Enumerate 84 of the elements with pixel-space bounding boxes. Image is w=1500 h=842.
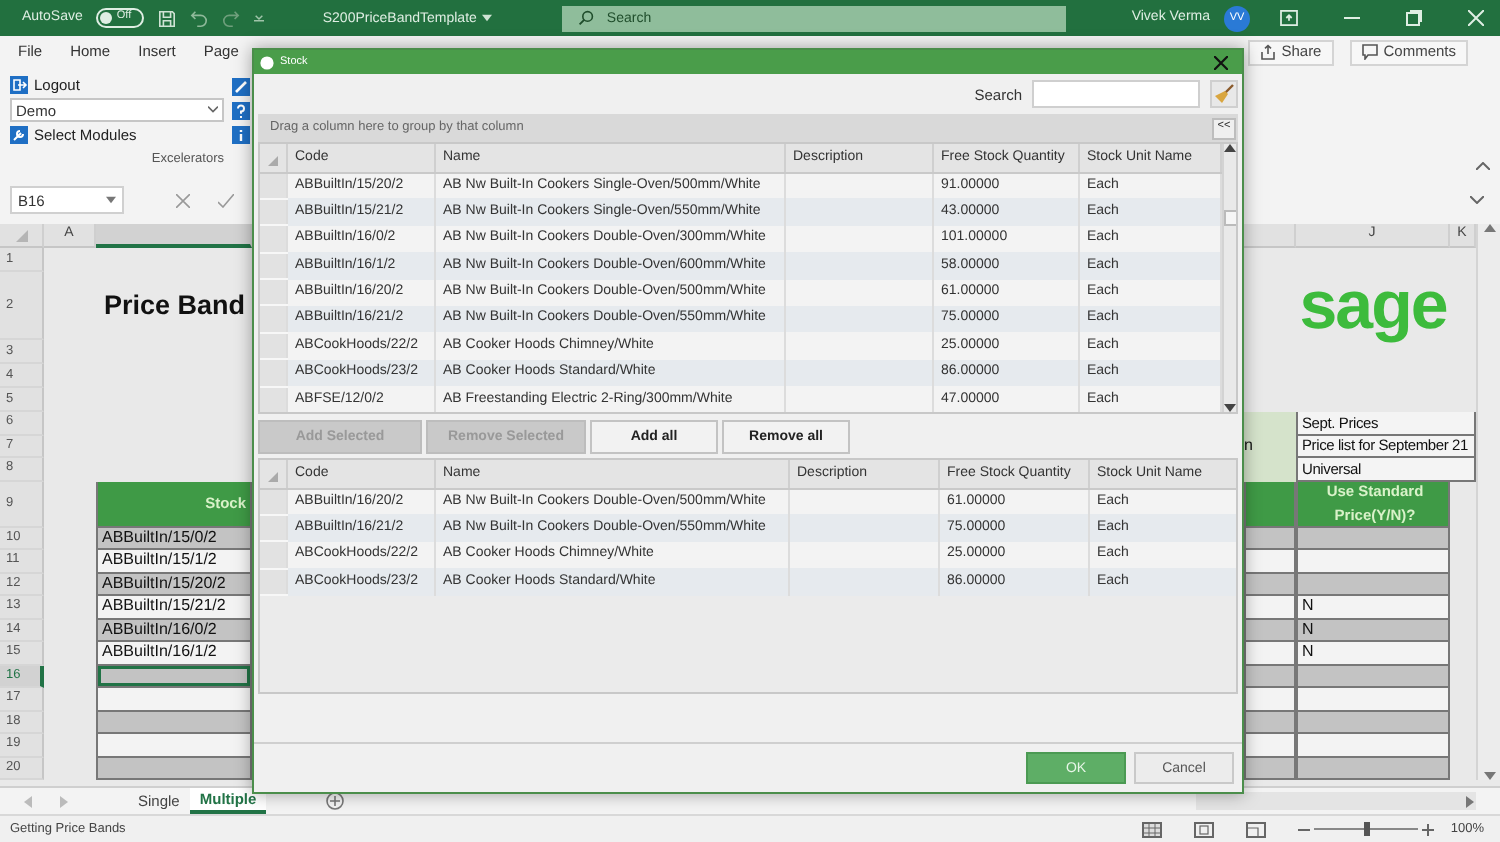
scroll-thumb[interactable] [1223,210,1236,226]
customize-caret-icon[interactable] [254,13,265,23]
minimize-icon[interactable] [1344,16,1360,20]
normal-view-icon[interactable] [1142,821,1163,837]
sheet-cell[interactable]: ABBuiltIn/15/1/2 [96,550,252,573]
info-icon[interactable] [232,126,250,144]
triangle-icon[interactable] [268,471,278,482]
sheet-cell[interactable] [96,688,252,711]
sheet-cell[interactable] [1296,734,1450,757]
share-icon [1259,44,1276,60]
scroll-down-icon[interactable] [1224,404,1236,412]
next-sheet-icon[interactable] [60,795,68,807]
select-all-button[interactable] [260,144,286,172]
help-icon[interactable] [232,102,250,120]
sheet-cell[interactable] [1244,573,1296,596]
page-break-icon[interactable] [1246,821,1267,837]
sheet-cell[interactable]: ABBuiltIn/15/0/2 [96,527,252,550]
collapse-ribbon-icon[interactable] [1476,162,1490,170]
redo-icon[interactable] [222,9,241,27]
undo-icon[interactable] [190,9,209,27]
caret-icon [208,106,218,114]
vertical-scrollbar[interactable] [1476,224,1500,780]
sheet-cell[interactable]: N [1296,642,1450,665]
sheet-cell[interactable] [1296,665,1450,688]
sheet-cell[interactable] [1244,711,1296,734]
horizontal-scrollbar[interactable] [1196,792,1476,810]
sheet-cell[interactable] [1244,458,1296,481]
triangle-icon[interactable] [268,155,278,166]
sheet-cell[interactable] [1244,642,1296,665]
sheet-cell[interactable] [1244,550,1296,573]
sheet-cell[interactable] [1244,688,1296,711]
scroll-down-icon[interactable] [1483,772,1495,780]
add-sheet-icon[interactable] [326,792,345,810]
sheet-cell[interactable]: ABBuiltIn/15/21/2 [96,596,252,619]
sheet-cell[interactable] [1244,619,1296,642]
close-icon[interactable] [1214,55,1228,69]
expand-formula-icon[interactable] [1470,196,1484,204]
sheet-cell[interactable] [1296,757,1450,780]
comment-icon [1361,44,1378,60]
column-header[interactable] [96,224,252,248]
sheet-cell[interactable] [1244,757,1296,780]
sheet-cell[interactable] [1296,711,1450,734]
sheet-cell[interactable] [1244,665,1296,688]
sheet-cell[interactable]: ABBuiltIn/16/1/2 [96,642,252,665]
sheet-cell[interactable]: N [1296,619,1450,642]
sheet-cell[interactable] [96,734,252,757]
zoom-in-icon[interactable] [1422,823,1435,835]
logout-icon [10,76,28,94]
enter-icon[interactable] [218,193,234,207]
scroll-up-icon[interactable] [1483,224,1495,232]
sheet-cell[interactable] [1244,527,1296,550]
sheet-cell[interactable] [1296,550,1450,573]
cancel-icon[interactable] [176,193,190,207]
wrench-icon [10,126,28,144]
sheet-cell[interactable]: N [1296,596,1450,619]
caret-icon [482,14,493,22]
sheet-cell[interactable] [1296,573,1450,596]
sheet-cell[interactable] [1296,688,1450,711]
sheet-cell[interactable]: n [1244,435,1296,458]
sheet-cell[interactable] [1244,734,1296,757]
sheet-cell[interactable] [1296,527,1450,550]
sheet-cell[interactable] [96,711,252,734]
select-all-button[interactable] [260,460,286,488]
ribbon-display-icon[interactable] [1280,10,1298,26]
sheet-cell[interactable] [96,757,252,780]
caret-icon [106,196,116,204]
save-icon[interactable] [158,9,177,27]
sheet-cell[interactable] [1244,412,1296,435]
edit-icon[interactable] [232,78,250,96]
scroll-right-icon[interactable] [1464,795,1476,807]
window-icon [260,55,274,69]
zoom-slider-thumb[interactable] [1363,822,1370,836]
previous-sheet-icon[interactable] [24,795,32,807]
page-layout-icon[interactable] [1194,821,1215,837]
logo-text: sage [1297,272,1449,340]
restore-icon[interactable] [1406,10,1422,26]
sheet-cell[interactable]: ABBuiltIn/16/0/2 [96,619,252,642]
broom-icon [1214,84,1234,104]
sheet-title: Price Band [102,287,248,324]
search-field[interactable] [1032,80,1200,108]
sheet-cell[interactable] [96,665,252,688]
clear-search-button[interactable] [1210,80,1238,108]
sheet-cell[interactable] [1244,596,1296,619]
sheet-cell[interactable]: ABBuiltIn/15/20/2 [96,573,252,596]
